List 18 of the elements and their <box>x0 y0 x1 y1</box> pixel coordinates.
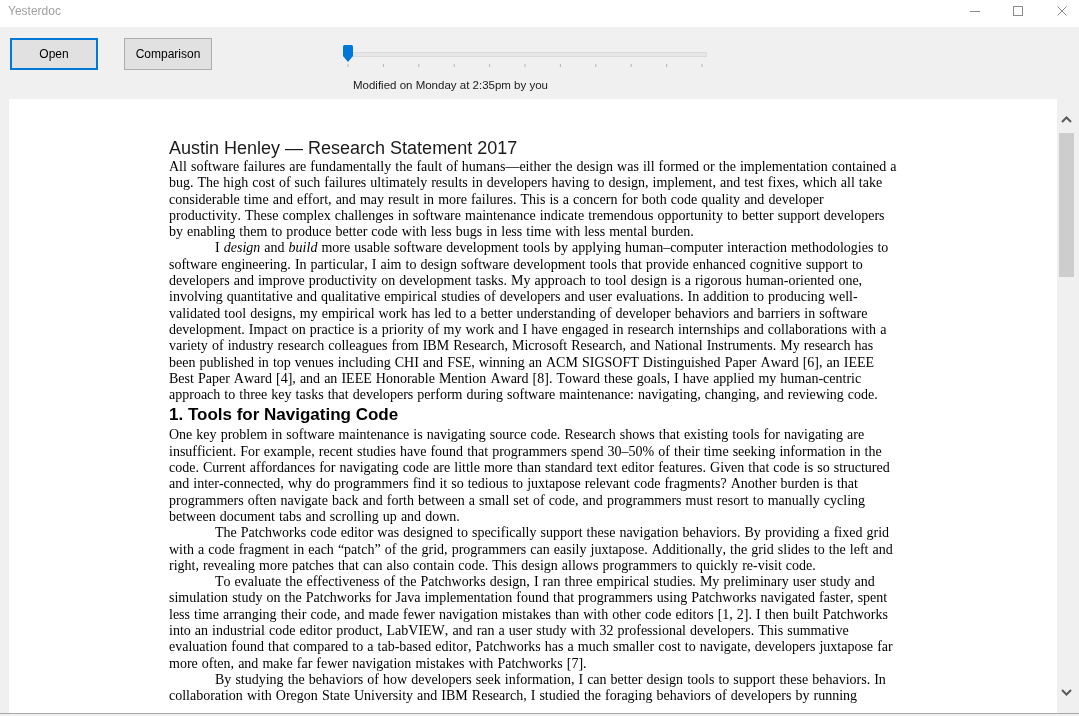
paragraph: The Patchworks code editor was designed to specifically support these navigation behaviors. By providing a fixed grid with a code fragment in each “patch” of the grid, programmers can easily juxtapose. Additionally, the grid slides to the left and right, revealing more patches that can also contain code. This design allows programmers to quickly re-visit code. <box>169 525 894 575</box>
window-title: Yesterdoc <box>8 4 61 19</box>
chevron-up-icon[interactable] <box>1061 116 1072 123</box>
document-title: Austin Henley — Research Statement 2017 <box>169 137 519 159</box>
paragraph: To evaluate the effectiveness of the Patchworks design, I ran three empirical studies. My preliminary user study and simulation study on the Patchworks for Java implementation found that programmers using Patchworks navigated faster, spent less time arranging their code, and made fewer navigation mistakes than with other code editors [1, 2]. I then built Patchworks into an industrial code editor product, LabVIEW, and ran a user study with 32 professional developers. This summative evaluation found that compared to a tab-based editor, Patchworks has a much smaller cost to navigate, developers juxtapose far more often, and make far fewer navigation mistakes with Patchworks [7]. <box>169 574 894 672</box>
paragraph: All software failures are fundamentally the fault of humans—either the design was ill formed or the implementation contained a bug. The high cost of such failures ultimately results in developers having to design, implement, and test fixes, which all take considerable time and effort, and may result in more failures. This is a concern for both code quality and developer productivity. These complex challenges in software maintenance indicate tremendous opportunity to better support developers by enabling them to produce better code with less bugs in less time with less mental burden. <box>169 159 898 241</box>
maximize-icon[interactable] <box>1013 6 1023 16</box>
slider-caption: Modified on Monday at 2:35pm by you <box>353 78 548 92</box>
paragraph: I design and build more usable software development tools by applying human–computer interaction methodologies to software engineering. In particular, I aim to design software development tools that provide enhanced cognitive support to developers and improve productivity on development tasks. My approach to tool design is a rigorous human-oriented one, involving quantitative and qualitative empirical studies of developers and user evaluations. In addition to producing well-validated tool designs, my empirical work has led to a better understanding of developer behaviors and barriers in software development. Impact on practice is a priority of my work and I have engaged in research internships and collaborations with a variety of industry research colleagues from IBM Research, Microsoft Research, and National Instruments. My research has been published in top venues including CHI and FSE, winning an ACM SIGSOFT Distinguished Paper Award [6], an IEEE Best Paper Award [4], and an IEEE Honorable Mention Award [8]. Toward these goals, I have applied my human-centric approach to three key tasks that developers perform during software maintenance: navigating, changing, and reviewing code. <box>169 240 890 404</box>
scrollbar-thumb[interactable] <box>1059 133 1074 277</box>
toolbar-button[interactable]: Comparison <box>124 38 212 70</box>
paragraph: By studying the behaviors of how developers seek information, I can better design tools to support these behaviors. In collaboration with Oregon State University and IBM Research, I studied the foraging behaviors of developers by running <box>169 671 887 705</box>
toolbar-button[interactable]: Open <box>10 38 98 70</box>
close-icon[interactable] <box>1057 6 1067 16</box>
section-heading: 1. Tools for Navigating Code <box>169 404 400 427</box>
paragraph: One key problem in software maintenance is navigating source code. Research shows that existing tools for navigating are insufficient. For example, recent studies have found that programmers spend 30–50% of their time seeking information in the code. Current affordances for navigating code are little more than standard text editor features. Given that code is so structured and inter-connected, why do programmers find it so tedious to juxtapose relevant code fragments? Another burden is that programmers often navigate back and forth between a small set of code, and programmers must resort to manually cycling between document tabs and scrolling up and down. <box>169 427 891 526</box>
slider-thumb[interactable] <box>343 45 353 62</box>
chevron-down-icon[interactable] <box>1061 689 1072 696</box>
